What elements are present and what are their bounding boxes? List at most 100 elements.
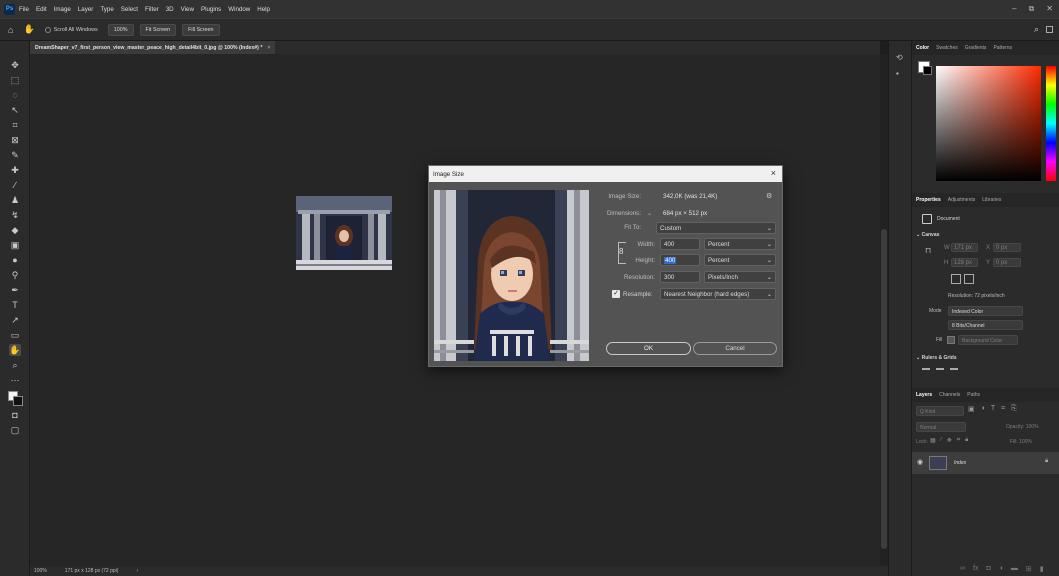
- mode-select[interactable]: Indexed Color: [948, 306, 1023, 316]
- marquee-tool-icon[interactable]: ⬚: [9, 74, 21, 86]
- h-field[interactable]: 128 px: [951, 258, 978, 267]
- tab-color[interactable]: Color: [916, 45, 929, 51]
- gradient-tool-icon[interactable]: ▣: [9, 239, 21, 251]
- menu-layer[interactable]: Layer: [78, 6, 93, 13]
- lock-all-icon[interactable]: 🔒︎: [965, 437, 968, 444]
- cancel-button[interactable]: Cancel: [693, 342, 777, 355]
- menu-window[interactable]: Window: [228, 6, 250, 13]
- restore-icon[interactable]: ⧉: [1029, 4, 1035, 14]
- blur-tool-icon[interactable]: ●: [9, 254, 21, 266]
- layer-kind-filter[interactable]: Q Kind: [916, 406, 964, 416]
- ok-button[interactable]: OK: [606, 342, 691, 355]
- dimensions-dropdown-icon[interactable]: ⌄: [647, 210, 652, 217]
- link-icon[interactable]: ⊓: [925, 246, 931, 255]
- blend-mode-select[interactable]: Normal: [916, 422, 966, 432]
- background-color-swatch[interactable]: [13, 396, 23, 406]
- resolution-input[interactable]: 300: [660, 271, 700, 283]
- mask-icon[interactable]: ◘: [986, 565, 990, 573]
- lock-artboard-icon[interactable]: ⌗: [957, 437, 960, 444]
- tab-gradients[interactable]: Gradients: [965, 45, 987, 51]
- menu-3d[interactable]: 3D: [166, 6, 174, 13]
- eraser-tool-icon[interactable]: ◆: [9, 224, 21, 236]
- fill-swatch[interactable]: [947, 336, 955, 344]
- menu-plugins[interactable]: Plugins: [201, 6, 221, 13]
- tab-properties[interactable]: Properties: [916, 197, 941, 203]
- smart-filter-icon[interactable]: ⎘: [1011, 405, 1017, 413]
- menu-image[interactable]: Image: [54, 6, 71, 13]
- fx-icon[interactable]: fx: [973, 565, 978, 573]
- status-zoom[interactable]: 100%: [34, 568, 47, 574]
- lock-pixels-icon[interactable]: ▦: [930, 437, 936, 444]
- quick-select-tool-icon[interactable]: ↖: [9, 104, 21, 116]
- menu-view[interactable]: View: [181, 6, 194, 13]
- search-icon[interactable]: ⌕: [1034, 24, 1039, 35]
- fill-field[interactable]: Fill: 100%: [1010, 439, 1032, 445]
- document-image[interactable]: [296, 196, 392, 270]
- portrait-orientation-icon[interactable]: [951, 274, 961, 284]
- opacity-field[interactable]: Opacity: 100%: [1006, 424, 1039, 430]
- fit-to-select[interactable]: Custom ⌄: [656, 222, 776, 234]
- rulers-grids-section[interactable]: ⌄ Rulers & Grids: [916, 355, 957, 361]
- w-field[interactable]: 171 px: [951, 243, 978, 252]
- status-arrow-icon[interactable]: ›: [136, 568, 138, 574]
- height-unit-select[interactable]: Percent ⌄: [704, 254, 776, 266]
- quick-mask-icon[interactable]: ◘: [9, 409, 21, 421]
- tab-channels[interactable]: Channels: [939, 392, 960, 398]
- path-select-icon[interactable]: ↗: [9, 314, 21, 326]
- canvas-section[interactable]: ⌄ Canvas: [916, 232, 939, 238]
- tab-libraries[interactable]: Libraries: [982, 197, 1001, 203]
- history-brush-icon[interactable]: ↯: [9, 209, 21, 221]
- background-color-chip[interactable]: [923, 66, 932, 75]
- delete-layer-icon[interactable]: ▮: [1040, 565, 1044, 573]
- scroll-all-checkbox[interactable]: [44, 26, 51, 33]
- scrollbar-thumb[interactable]: [881, 229, 887, 549]
- tab-paths[interactable]: Paths: [967, 392, 980, 398]
- resolution-unit-select[interactable]: Pixels/Inch ⌄: [704, 271, 776, 283]
- menu-help[interactable]: Help: [257, 6, 270, 13]
- new-layer-icon[interactable]: ⊞: [1026, 565, 1032, 573]
- width-input[interactable]: 400: [660, 238, 700, 250]
- adjustment-filter-icon[interactable]: ◑: [981, 405, 985, 413]
- width-unit-select[interactable]: Percent ⌄: [704, 238, 776, 250]
- ruler-icon[interactable]: [922, 368, 930, 370]
- fit-screen-button[interactable]: Fit Screen: [139, 23, 177, 36]
- tab-swatches[interactable]: Swatches: [936, 45, 958, 51]
- more-tools-icon[interactable]: ⋯: [9, 374, 21, 386]
- group-icon[interactable]: ▬: [1011, 565, 1018, 573]
- frame-tool-icon[interactable]: ⊠: [9, 134, 21, 146]
- adjustment-layer-icon[interactable]: ◑: [999, 565, 1003, 573]
- hand-tool-icon[interactable]: ✋: [23, 24, 34, 35]
- pixel-filter-icon[interactable]: ▣: [968, 405, 975, 413]
- shape-tool-icon[interactable]: ▭: [9, 329, 21, 341]
- link-layers-icon[interactable]: ∞: [960, 565, 965, 573]
- menu-file[interactable]: File: [19, 6, 29, 13]
- tab-adjustments[interactable]: Adjustments: [948, 197, 976, 203]
- grid-icon[interactable]: [936, 368, 944, 370]
- x-field[interactable]: 0 px: [993, 243, 1021, 252]
- shape-filter-icon[interactable]: ⌗: [1001, 405, 1005, 413]
- eyedropper-tool-icon[interactable]: ✎: [9, 149, 21, 161]
- bits-select[interactable]: 8 Bits/Channel: [948, 320, 1023, 330]
- healing-brush-icon[interactable]: ✚: [9, 164, 21, 176]
- history-panel-icon[interactable]: ⟲: [896, 53, 903, 62]
- dialog-close-icon[interactable]: ×: [771, 168, 776, 178]
- close-icon[interactable]: ✕: [1046, 4, 1053, 14]
- menu-edit[interactable]: Edit: [36, 6, 47, 13]
- fill-screen-button[interactable]: Fill Screen: [182, 23, 220, 36]
- settings-gear-icon[interactable]: ⚙: [766, 192, 772, 200]
- crop-tool-icon[interactable]: ⌗: [9, 119, 21, 131]
- tab-patterns[interactable]: Patterns: [993, 45, 1012, 51]
- guides-icon[interactable]: [950, 368, 958, 370]
- lock-paint-icon[interactable]: ∕: [941, 437, 942, 444]
- stamp-tool-icon[interactable]: ♟: [9, 194, 21, 206]
- vertical-scrollbar[interactable]: [880, 54, 888, 566]
- document-tab[interactable]: DreamShaper_v7_first_person_view_master_…: [30, 41, 276, 54]
- lock-position-icon[interactable]: ✥: [947, 437, 952, 444]
- close-tab-icon[interactable]: ×: [267, 45, 270, 51]
- color-picker-field[interactable]: [936, 66, 1041, 181]
- screen-mode-icon[interactable]: ▢: [9, 424, 21, 436]
- comments-panel-icon[interactable]: ▪: [896, 69, 899, 78]
- y-field[interactable]: 0 px: [993, 258, 1021, 267]
- type-tool-icon[interactable]: T: [9, 299, 21, 311]
- menu-select[interactable]: Select: [121, 6, 138, 13]
